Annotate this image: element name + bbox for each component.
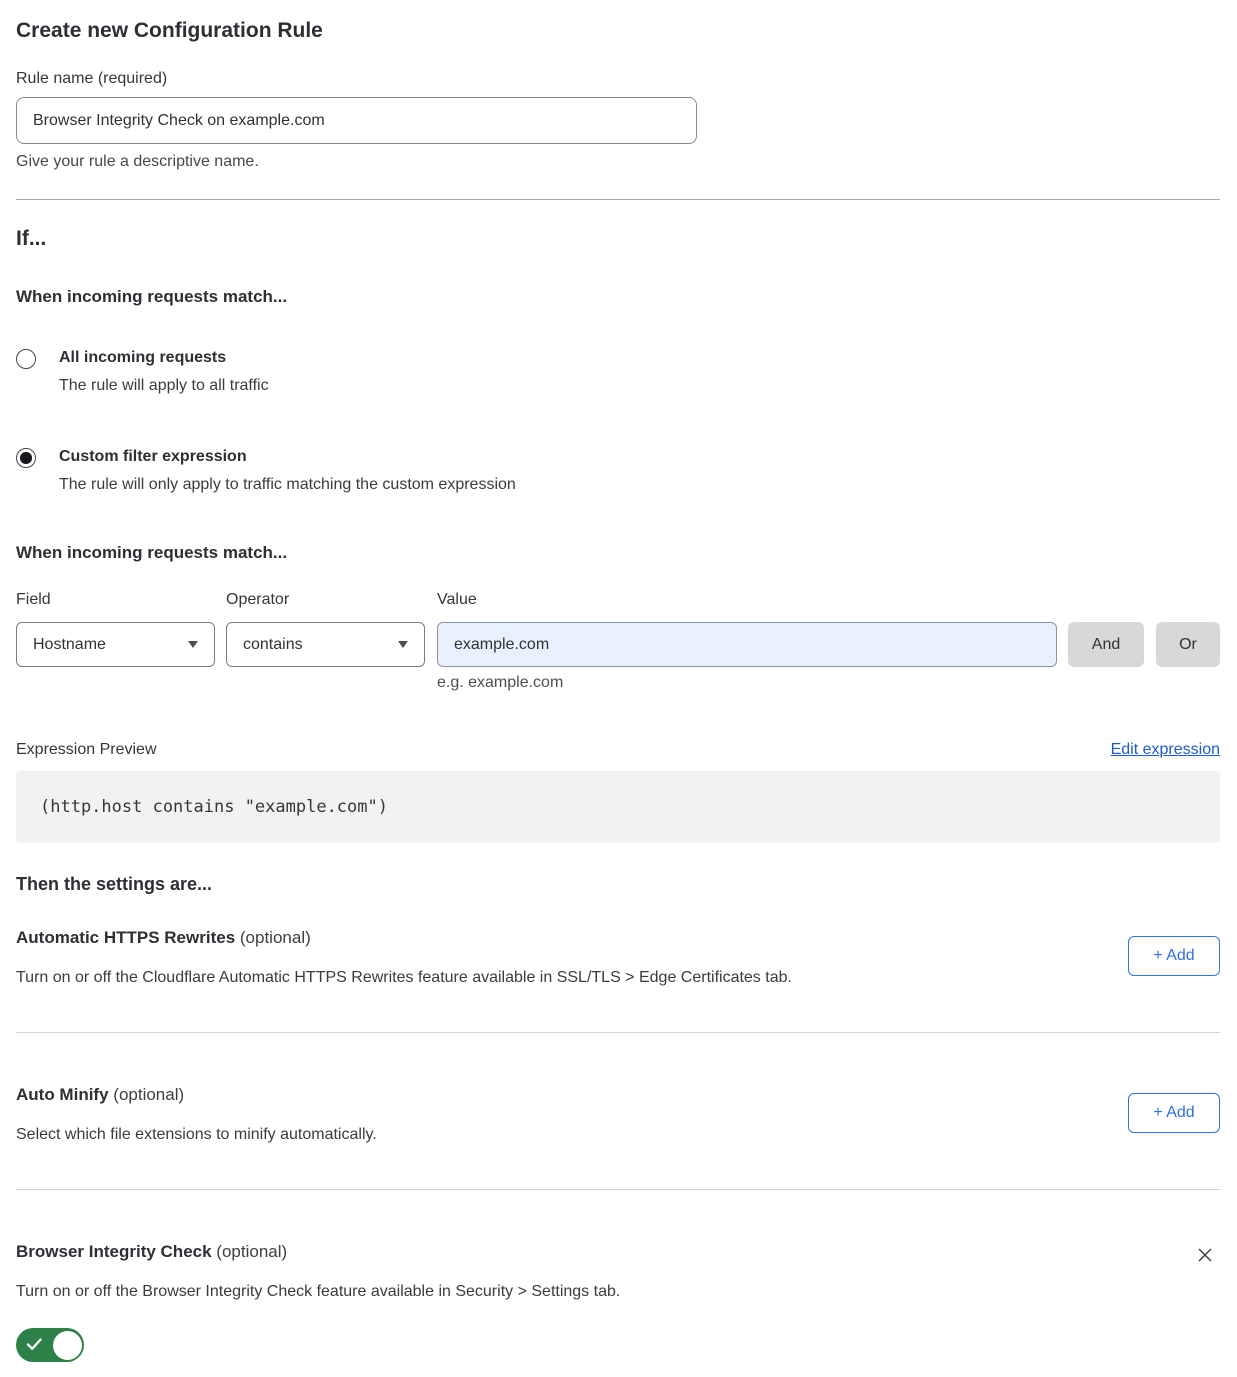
add-auto-minify-button[interactable]: + Add <box>1128 1093 1220 1133</box>
value-input[interactable] <box>437 622 1057 667</box>
chevron-down-icon <box>398 641 408 648</box>
incoming-requests-match-heading: When incoming requests match... <box>16 542 1220 563</box>
section-divider <box>16 1189 1220 1190</box>
setting-auto-minify: Auto Minify (optional) Select which file… <box>16 1085 1220 1189</box>
radio-option-description: The rule will only apply to traffic matc… <box>59 475 516 494</box>
radio-option-custom-filter[interactable]: Custom filter expression The rule will o… <box>16 447 1220 494</box>
or-button[interactable]: Or <box>1156 622 1220 667</box>
setting-optional-text: (optional) <box>113 1085 184 1104</box>
operator-select[interactable]: contains <box>226 622 425 667</box>
field-select-value: Hostname <box>33 636 106 654</box>
rule-name-helper: Give your rule a descriptive name. <box>16 152 1220 171</box>
chevron-down-icon <box>188 641 198 648</box>
field-select[interactable]: Hostname <box>16 622 215 667</box>
setting-optional-text: (optional) <box>240 928 311 947</box>
expression-code-text: (http.host contains "example.com") <box>40 797 388 817</box>
value-helper-text: e.g. example.com <box>437 673 1057 692</box>
remove-setting-button[interactable] <box>1194 1244 1216 1266</box>
rule-name-label: Rule name (required) <box>16 69 1220 88</box>
setting-optional-text: (optional) <box>216 1242 287 1261</box>
expression-preview-row: Expression Preview Edit expression <box>16 740 1220 759</box>
radio-option-label: Custom filter expression <box>59 447 516 467</box>
radio-button-unselected[interactable] <box>16 349 36 369</box>
radio-option-label: All incoming requests <box>59 348 269 368</box>
setting-name-text: Browser Integrity Check <box>16 1242 212 1261</box>
setting-name: Auto Minify (optional) <box>16 1085 1220 1105</box>
when-match-heading: When incoming requests match... <box>16 286 1220 307</box>
setting-name: Browser Integrity Check (optional) <box>16 1242 1220 1262</box>
filter-expression-row: Field Hostname Operator contains Value e… <box>16 590 1220 692</box>
operator-label: Operator <box>226 590 425 609</box>
browser-integrity-check-toggle[interactable] <box>16 1328 84 1362</box>
setting-description: Select which file extensions to minify a… <box>16 1125 1220 1144</box>
setting-browser-integrity-check: Browser Integrity Check (optional) Turn … <box>16 1242 1220 1362</box>
setting-name-text: Auto Minify <box>16 1085 109 1104</box>
add-automatic-https-rewrites-button[interactable]: + Add <box>1128 936 1220 976</box>
section-divider <box>16 199 1220 200</box>
field-label: Field <box>16 590 215 609</box>
edit-expression-link[interactable]: Edit expression <box>1111 741 1220 759</box>
expression-preview-code: (http.host contains "example.com") <box>16 771 1220 843</box>
toggle-knob <box>53 1331 82 1360</box>
radio-option-all-requests[interactable]: All incoming requests The rule will appl… <box>16 348 1220 395</box>
radio-button-selected[interactable] <box>16 448 36 468</box>
and-button[interactable]: And <box>1068 622 1144 667</box>
rule-name-input[interactable] <box>16 97 697 144</box>
expression-preview-label: Expression Preview <box>16 740 157 759</box>
value-label: Value <box>437 590 1057 609</box>
page-title: Create new Configuration Rule <box>16 18 1220 44</box>
setting-name: Automatic HTTPS Rewrites (optional) <box>16 928 1220 948</box>
setting-name-text: Automatic HTTPS Rewrites <box>16 928 235 947</box>
operator-select-value: contains <box>243 636 303 654</box>
close-icon <box>1196 1246 1214 1264</box>
setting-description: Turn on or off the Browser Integrity Che… <box>16 1282 1220 1301</box>
setting-automatic-https-rewrites: Automatic HTTPS Rewrites (optional) Turn… <box>16 928 1220 1032</box>
setting-description: Turn on or off the Cloudflare Automatic … <box>16 968 1220 987</box>
if-heading: If... <box>16 226 1220 252</box>
check-icon <box>26 1337 43 1352</box>
then-settings-heading: Then the settings are... <box>16 874 1220 895</box>
radio-option-description: The rule will apply to all traffic <box>59 376 269 395</box>
section-divider <box>16 1032 1220 1033</box>
